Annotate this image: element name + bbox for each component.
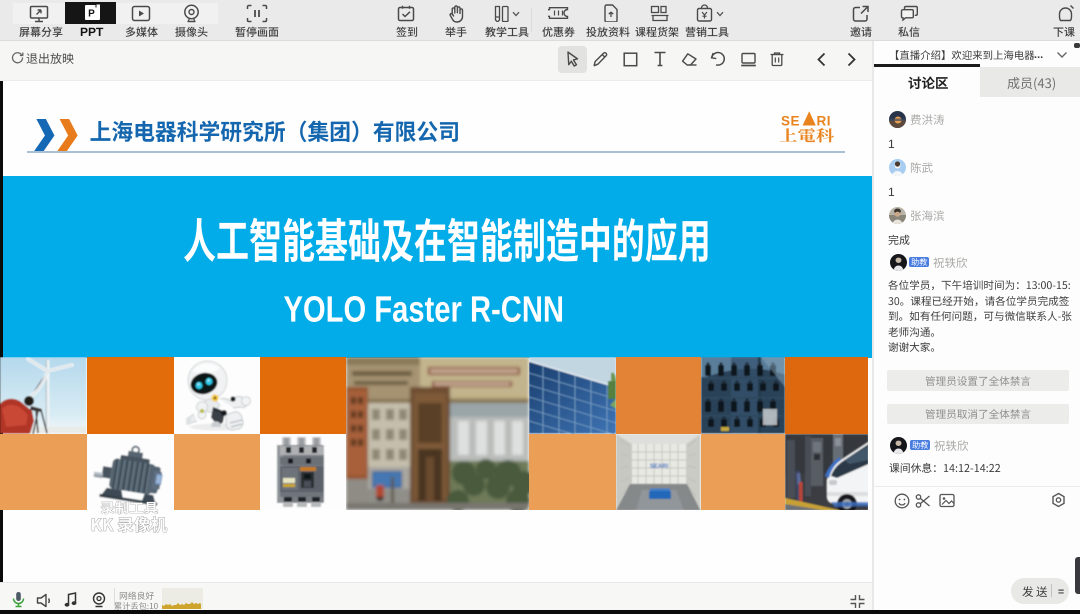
svg-text:SE: SE: [781, 114, 800, 129]
svg-text:RI: RI: [817, 114, 832, 129]
svg-text:SEARI: SEARI: [650, 464, 669, 470]
svg-text:P: P: [88, 9, 95, 20]
